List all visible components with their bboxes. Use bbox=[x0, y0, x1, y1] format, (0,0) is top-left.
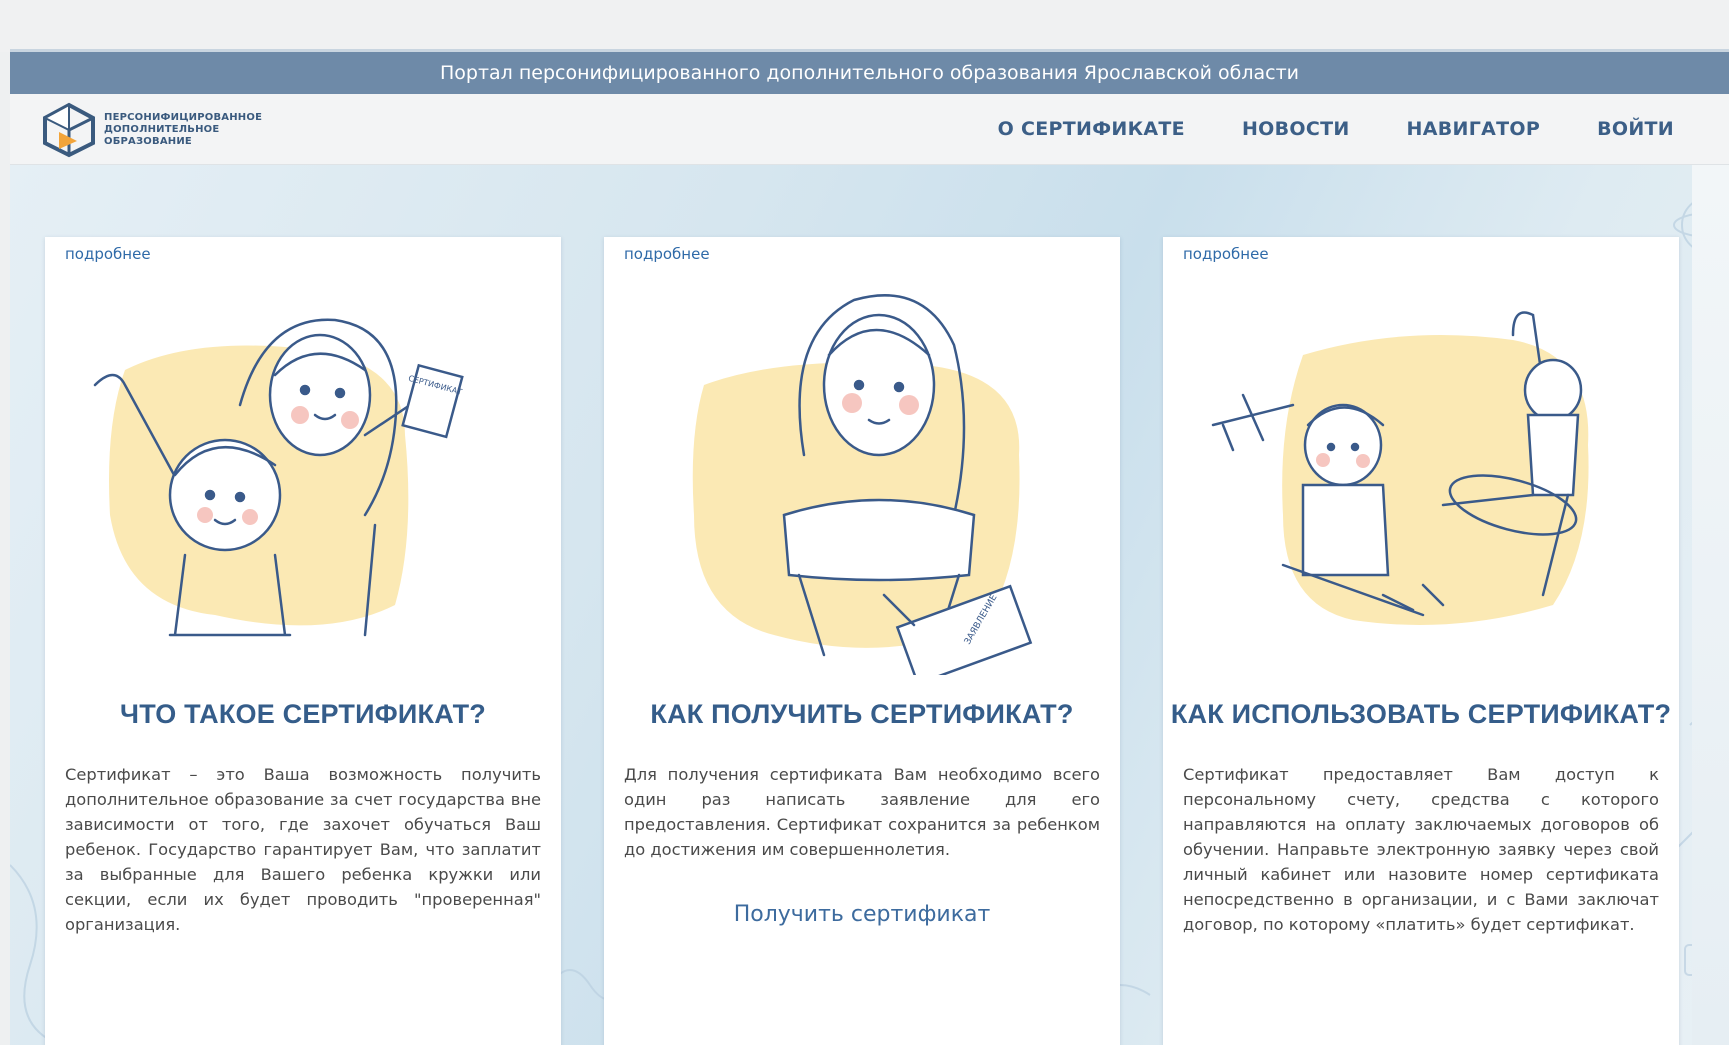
site-header: ПЕРСОНИФИЦИРОВАННОЕ ДОПОЛНИТЕЛЬНОЕ ОБРАЗ… bbox=[10, 94, 1729, 165]
logo-line: ДОПОЛНИТЕЛЬНОЕ bbox=[104, 124, 220, 135]
card-title: ЧТО ТАКОЕ СЕРТИФИКАТ? bbox=[120, 699, 486, 729]
card-text: Сертификат предоставляет Вам доступ к пе… bbox=[1183, 765, 1659, 934]
main-nav: О СЕРТИФИКАТЕ НОВОСТИ НАВИГАТОР ВОЙТИ bbox=[941, 94, 1674, 164]
woman-writing-illustration: ЗАЯВЛЕНИЕ bbox=[692, 294, 1033, 675]
card-title: КАК ПОЛУЧИТЬ СЕРТИФИКАТ? bbox=[650, 699, 1074, 729]
get-certificate-link[interactable]: Получить сертификат bbox=[604, 902, 1120, 927]
nav-navigator[interactable]: НАВИГАТОР bbox=[1407, 118, 1541, 140]
nav-news[interactable]: НОВОСТИ bbox=[1242, 118, 1350, 140]
mother-child-illustration: СЕРТИФИКАТ bbox=[93, 318, 464, 637]
browser-top-area bbox=[0, 0, 1729, 52]
logo-mark-icon bbox=[42, 102, 95, 158]
more-link[interactable]: подробнее bbox=[65, 245, 151, 263]
card-how-to-use-certificate: подробнее КАК ИСПОЛЬЗОВАТЬ СЕРТИФИКАТ? С… bbox=[1163, 237, 1679, 1045]
portal-title-bar: Портал персонифицированного дополнительн… bbox=[10, 52, 1729, 94]
card-what-is-certificate: подробнее СЕРТИФИКАТ ЧТО ТАКОЕ СЕРТИФИКА… bbox=[45, 237, 561, 1045]
right-edge-panel bbox=[1692, 165, 1729, 1045]
children-activities-illustration bbox=[1211, 311, 1589, 625]
card-title: КАК ИСПОЛЬЗОВАТЬ СЕРТИФИКАТ? bbox=[1170, 699, 1672, 729]
logo-text: ПЕРСОНИФИЦИРОВАННОЕ ДОПОЛНИТЕЛЬНОЕ ОБРАЗ… bbox=[104, 112, 262, 148]
card-text: Для получения сертификата Вам необходимо… bbox=[624, 765, 1100, 859]
card-how-to-get-certificate: подробнее ЗАЯВЛЕНИЕ КАК ПОЛУЧИТЬ СЕРТИФИ… bbox=[604, 237, 1120, 1045]
nav-about-certificate[interactable]: О СЕРТИФИКАТЕ bbox=[998, 118, 1185, 140]
nav-login[interactable]: ВОЙТИ bbox=[1597, 118, 1674, 140]
main-content: подробнее СЕРТИФИКАТ ЧТО ТАКОЕ СЕРТИФИКА… bbox=[10, 165, 1729, 1045]
card-text: Сертификат – это Ваша возможность получи… bbox=[65, 765, 541, 934]
more-link[interactable]: подробнее bbox=[1183, 245, 1269, 263]
portal-title: Портал персонифицированного дополнительн… bbox=[439, 62, 1299, 84]
more-link[interactable]: подробнее bbox=[624, 245, 710, 263]
logo-line: ПЕРСОНИФИЦИРОВАННОЕ bbox=[104, 112, 263, 123]
site-logo[interactable]: ПЕРСОНИФИЦИРОВАННОЕ ДОПОЛНИТЕЛЬНОЕ ОБРАЗ… bbox=[40, 102, 262, 158]
logo-line: ОБРАЗОВАНИЕ bbox=[104, 136, 192, 147]
